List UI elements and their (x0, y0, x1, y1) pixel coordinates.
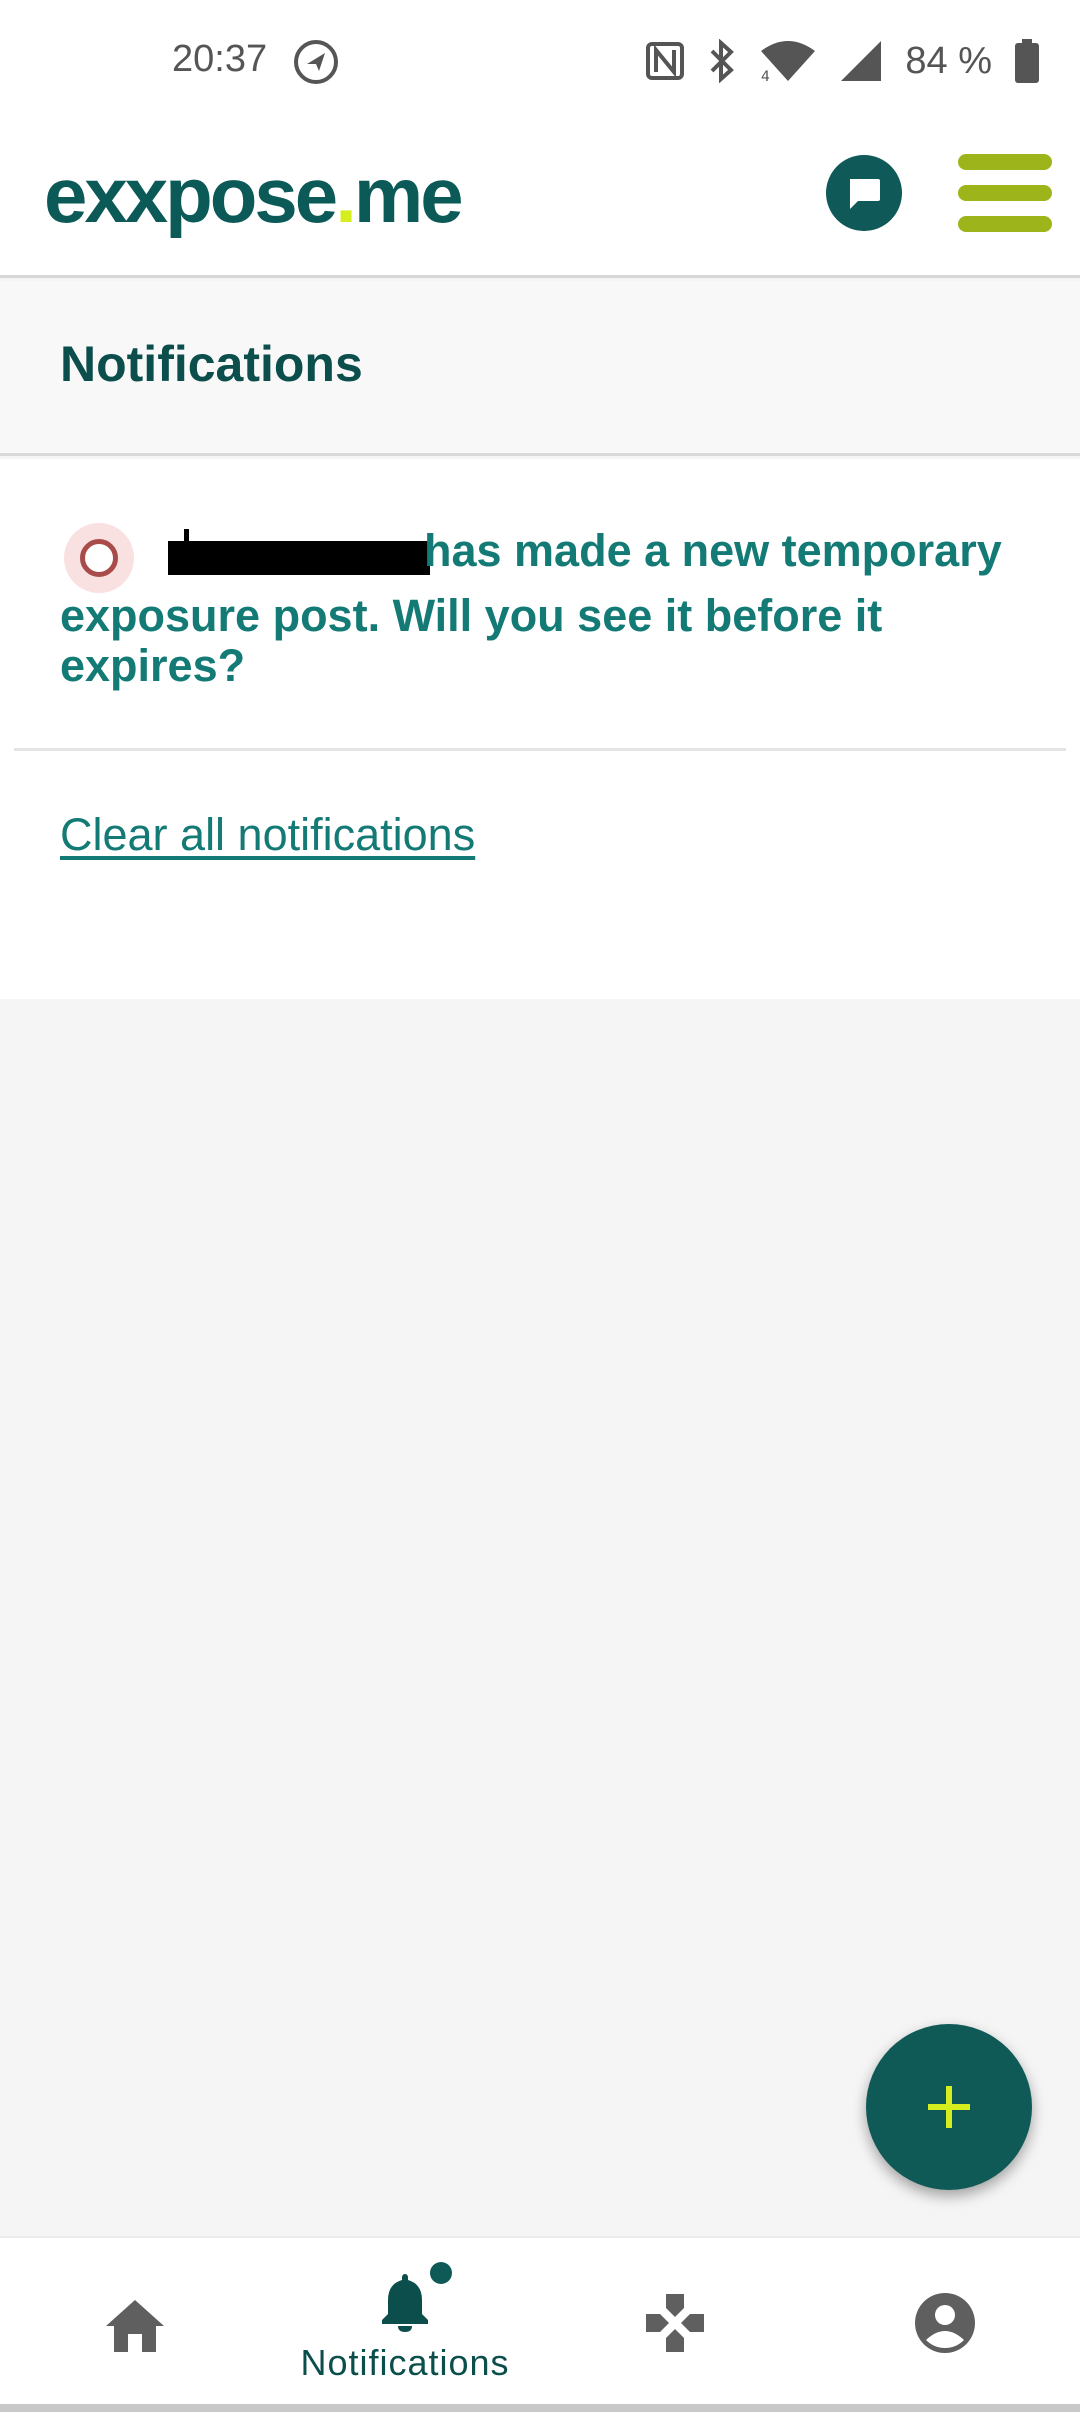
notification-text-line1: has made a new temporary (424, 525, 1002, 576)
status-icons: 4 84 % (645, 36, 1040, 86)
svg-text:4: 4 (761, 69, 770, 83)
notification-item[interactable]: has made a new temporary exposure post. … (14, 459, 1066, 751)
games-icon (646, 2294, 704, 2352)
app-logo[interactable]: exxpose.me (44, 150, 464, 241)
bluetooth-icon (710, 39, 735, 83)
nav-notifications-label: Notifications (300, 2342, 510, 2383)
nav-games[interactable] (540, 2238, 810, 2412)
nav-home[interactable] (0, 2238, 270, 2412)
battery-percent: 84 % (905, 39, 992, 82)
clear-all-notifications-link[interactable]: Clear all notifications (60, 809, 475, 861)
menu-bar-2 (958, 185, 1052, 201)
notification-text-rest: exposure post. Will you see it before it… (60, 590, 883, 691)
gesture-bar-edge (0, 2404, 1080, 2412)
nav-notifications[interactable]: Notifications (270, 2238, 540, 2412)
menu-bar-1 (958, 154, 1052, 170)
notification-badge (430, 2262, 452, 2284)
chat-button[interactable] (826, 155, 902, 231)
wifi-icon: 4 (761, 41, 816, 83)
section-header: Notifications (0, 281, 1080, 456)
status-bar: 20:37 4 84 % (0, 0, 1080, 128)
home-icon (106, 2300, 164, 2352)
nfc-icon (646, 42, 685, 80)
bottom-navigation: Notifications (0, 2236, 1080, 2412)
navigation-icon (294, 40, 338, 84)
signal-icon (841, 41, 882, 81)
app-header: exxpose.me (0, 128, 1080, 278)
redacted-username (168, 541, 430, 575)
logo-dot: . (335, 151, 357, 239)
account-icon (915, 2293, 975, 2353)
battery-icon (1015, 39, 1039, 83)
nav-profile[interactable] (810, 2238, 1080, 2412)
plus-icon (928, 2086, 970, 2128)
page-title: Notifications (60, 336, 363, 392)
chat-bubble-icon (850, 179, 880, 209)
hamburger-menu-button[interactable] (958, 154, 1052, 232)
menu-bar-3 (958, 216, 1052, 232)
status-time: 20:37 (172, 38, 268, 80)
logo-main: exxpose (44, 151, 338, 239)
avatar-ring-icon (64, 523, 134, 593)
bell-icon (382, 2274, 428, 2332)
logo-suffix: me (353, 151, 464, 239)
create-post-fab[interactable] (866, 2024, 1032, 2190)
notification-panel: has made a new temporary exposure post. … (0, 459, 1080, 999)
